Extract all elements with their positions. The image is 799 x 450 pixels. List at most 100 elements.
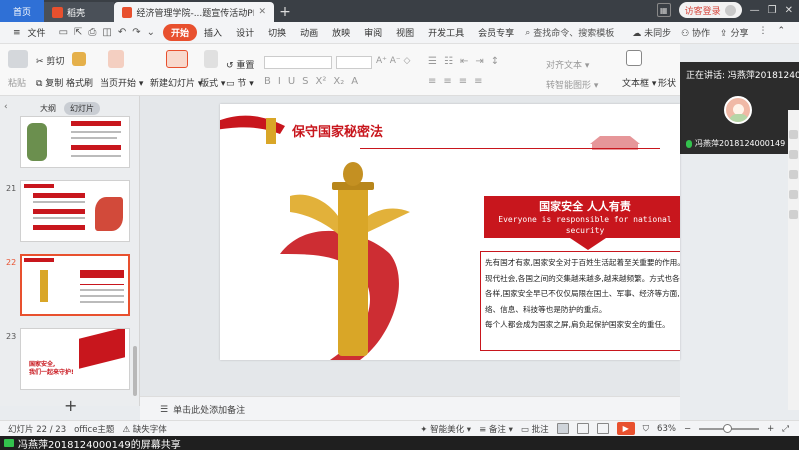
menu-animation[interactable]: 动画 xyxy=(293,26,325,39)
cut-button[interactable]: ✂ 剪切 xyxy=(36,54,64,67)
rail-help-icon[interactable] xyxy=(789,210,798,219)
menu-design[interactable]: 设计 xyxy=(229,26,261,39)
new-slide-button[interactable]: 新建幻灯片 ▾ xyxy=(150,76,202,89)
notes-pane[interactable]: ☰ 单击此处添加备注 xyxy=(140,396,680,420)
underline-icon[interactable]: U xyxy=(288,76,295,87)
slide-thumb-23[interactable]: 国家安全, 我们一起来守护! xyxy=(20,328,130,390)
beautify-button[interactable]: ✦ 智能美化 ▾ xyxy=(420,423,471,435)
play-from-current-button[interactable]: 当页开始 ▾ xyxy=(100,76,143,89)
export-icon[interactable]: ⇱ xyxy=(74,27,82,38)
slide-title[interactable]: 保守国家秘密法 xyxy=(292,121,383,140)
paste-label[interactable]: 粘贴 xyxy=(8,76,26,89)
menu-transition[interactable]: 切换 xyxy=(261,26,293,39)
sync-status[interactable]: ☁ 未同步 xyxy=(632,26,671,39)
zoom-in-icon[interactable]: + xyxy=(767,424,774,434)
reading-view-icon[interactable] xyxy=(596,423,609,434)
shape-button[interactable]: 形状 xyxy=(658,76,676,89)
menu-member[interactable]: 会员专享 xyxy=(471,26,521,39)
menu-devtools[interactable]: 开发工具 xyxy=(421,26,471,39)
preview-icon[interactable]: ◫ xyxy=(102,27,111,38)
tab-outline[interactable]: 大纲 xyxy=(40,103,56,114)
slide-thumb-22-selected[interactable] xyxy=(20,254,130,316)
bullets-icon[interactable]: ☰ xyxy=(428,56,437,67)
menu-insert[interactable]: 插入 xyxy=(197,26,229,39)
justify-icon[interactable]: ≡ xyxy=(474,76,482,87)
collab-button[interactable]: ⚇ 协作 xyxy=(681,26,710,39)
reset-button[interactable]: ↺ 重置 xyxy=(226,58,254,71)
add-slide-button[interactable]: + xyxy=(64,396,77,415)
rail-shape-icon[interactable] xyxy=(789,150,798,159)
outdent-icon[interactable]: ⇥ xyxy=(475,56,483,67)
slogan-callout[interactable]: 国家安全 人人有责 Everyone is responsible for na… xyxy=(484,196,680,238)
close-window-icon[interactable]: ✕ xyxy=(785,5,793,16)
bold-icon[interactable]: B xyxy=(264,76,271,87)
print-icon[interactable]: ⎙ xyxy=(88,27,96,38)
menu-start[interactable]: 开始 xyxy=(163,24,198,41)
paste-icon[interactable] xyxy=(8,50,28,68)
zoom-slider[interactable] xyxy=(699,423,760,433)
minimize-icon[interactable]: — xyxy=(750,5,760,16)
more-icon[interactable]: ⋮ xyxy=(758,26,767,39)
command-search[interactable]: ⌕ 查找命令、搜索模板 xyxy=(525,26,614,40)
menu-view[interactable]: 视图 xyxy=(389,26,421,39)
format-painter-button[interactable]: 格式刷 xyxy=(66,76,93,89)
normal-view-icon[interactable] xyxy=(556,423,569,434)
textbox-button[interactable]: 文本框 ▾ xyxy=(622,76,656,89)
thumbnail-scrollbar[interactable] xyxy=(133,346,137,396)
new-tab-button[interactable]: + xyxy=(274,2,296,22)
font-grow-icon[interactable]: A⁺ A⁻ ◇ xyxy=(376,56,410,66)
dropdown-icon[interactable]: ⌄ xyxy=(147,27,155,38)
convert-smartart-button[interactable]: 转智能图形 ▾ xyxy=(546,78,598,91)
undo-icon[interactable]: ↶ xyxy=(118,27,126,38)
layout-icon[interactable]: ▦ xyxy=(656,3,671,17)
strike-icon[interactable]: S xyxy=(302,76,308,87)
zoom-slider-knob[interactable] xyxy=(723,423,733,433)
menu-file[interactable]: 文件 xyxy=(28,26,53,39)
tab-slides[interactable]: 幻灯片 xyxy=(64,102,100,115)
hamburger-menu-icon[interactable]: ≡ xyxy=(6,28,28,38)
tab-active-document[interactable]: 经济管理学院-...题宣传活动PPT ✕ xyxy=(114,2,274,22)
section-button[interactable]: ▭ 节 ▾ xyxy=(226,76,254,89)
close-tab-icon[interactable]: ✕ xyxy=(258,7,266,17)
line-spacing-icon[interactable]: ↕ xyxy=(491,56,499,67)
menu-slideshow[interactable]: 放映 xyxy=(325,26,357,39)
font-size-select[interactable] xyxy=(336,56,372,69)
body-text-box[interactable]: 先有国才有家,国家安全对于百姓生活起着至关重要的作用。 现代社会,各国之间的交集… xyxy=(480,251,680,351)
slide-thumb-21[interactable] xyxy=(20,180,130,242)
font-color-icon[interactable]: A xyxy=(351,76,358,87)
align-text-button[interactable]: 对齐文本 ▾ xyxy=(546,58,589,71)
save-icon[interactable]: ▭ xyxy=(59,27,68,38)
collapse-ribbon-icon[interactable]: ⌃ xyxy=(777,26,785,39)
current-slide[interactable]: 保守国家秘密法 国家安全 人人有责 Everyone is responsibl… xyxy=(220,104,680,360)
rail-settings-icon[interactable] xyxy=(789,170,798,179)
menu-review[interactable]: 审阅 xyxy=(357,26,389,39)
collapse-panel-icon[interactable]: ‹ xyxy=(4,102,8,112)
fit-window-icon[interactable]: ⤢ xyxy=(782,424,789,434)
align-left-icon[interactable]: ≡ xyxy=(428,76,436,87)
align-right-icon[interactable]: ≡ xyxy=(459,76,467,87)
superscript-icon[interactable]: X² xyxy=(316,76,327,87)
numbering-icon[interactable]: ☷ xyxy=(444,56,453,67)
comments-toggle[interactable]: ▭ 批注 xyxy=(521,423,549,435)
share-button[interactable]: ⇪ 分享 xyxy=(720,26,748,39)
missing-font-button[interactable]: ⚠ 缺失字体 xyxy=(122,423,166,435)
indent-icon[interactable]: ⇤ xyxy=(460,56,468,67)
copy-button[interactable]: ⧉ 复制 xyxy=(36,76,63,89)
tab-home[interactable]: 首页 xyxy=(0,0,44,22)
redo-icon[interactable]: ↷ xyxy=(132,27,140,38)
tab-docer[interactable]: 稻壳 xyxy=(44,2,114,22)
font-family-select[interactable] xyxy=(264,56,332,69)
align-center-icon[interactable]: ≡ xyxy=(443,76,451,87)
sorter-view-icon[interactable] xyxy=(576,423,589,434)
play-slideshow-button[interactable]: ▶ xyxy=(616,422,635,435)
guest-login-button[interactable]: 访客登录 xyxy=(678,2,742,18)
subscript-icon[interactable]: X₂ xyxy=(333,76,344,87)
slide-thumb-20[interactable] xyxy=(20,116,130,168)
layout-button[interactable]: 版式 ▾ xyxy=(200,76,225,89)
zoom-level[interactable]: 63% xyxy=(657,424,676,434)
italic-icon[interactable]: I xyxy=(278,76,281,87)
zoom-out-icon[interactable]: − xyxy=(684,424,691,434)
restore-icon[interactable]: ❐ xyxy=(768,5,777,16)
rail-select-icon[interactable] xyxy=(789,130,798,139)
protect-icon[interactable]: ⛉ xyxy=(643,424,649,434)
